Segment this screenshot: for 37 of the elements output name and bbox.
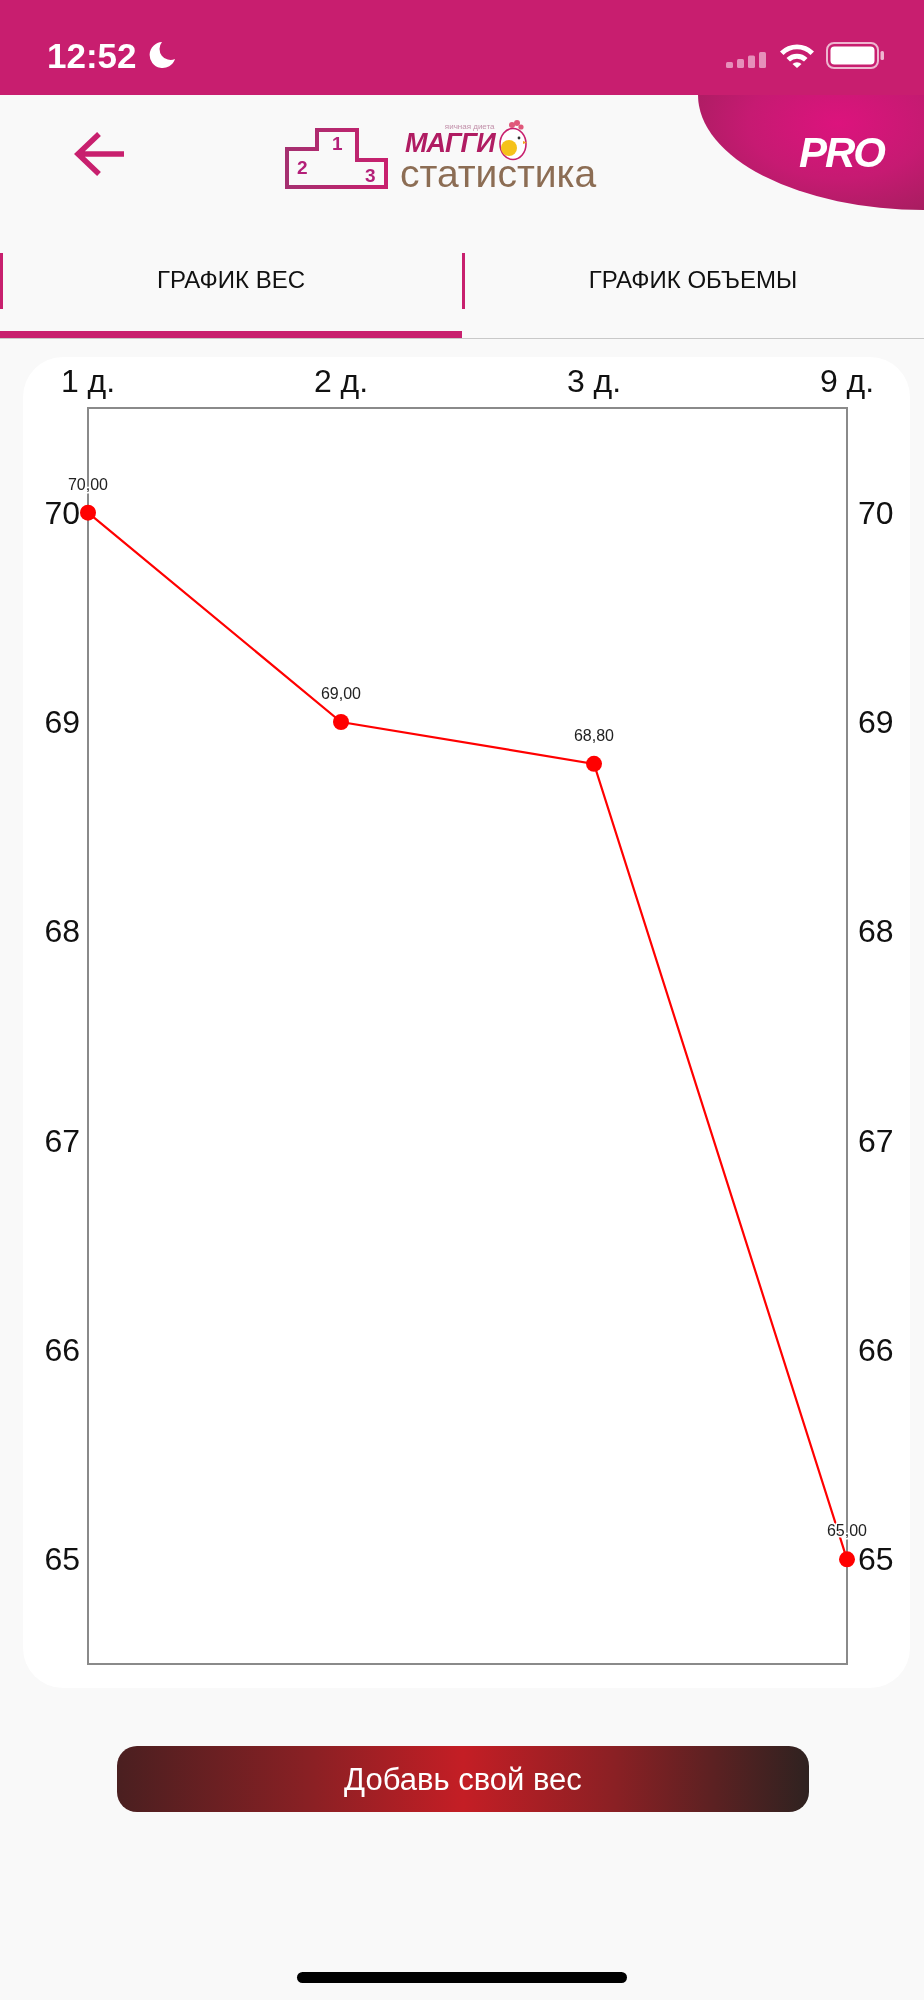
y-axis-label: 65	[858, 1541, 894, 1578]
y-axis-label: 70	[858, 494, 894, 531]
y-axis-label: 70	[44, 494, 80, 531]
data-label: 69,00	[321, 685, 361, 702]
podium-number: 1	[332, 134, 343, 153]
x-axis-label: 9 д.	[819, 363, 875, 399]
data-label: 70,00	[68, 475, 108, 493]
y-axis-label: 66	[44, 1332, 80, 1368]
y-axis-label: 69	[44, 704, 80, 740]
podium-number: 2	[297, 158, 308, 177]
x-axis-label: 2 д.	[313, 363, 369, 399]
arrow-left-icon	[73, 131, 125, 177]
chick-icon	[497, 117, 528, 161]
logo-brand: МАГГИ	[405, 131, 495, 156]
y-axis-label: 69	[858, 704, 894, 740]
y-axis-label: 67	[858, 1122, 894, 1159]
tab[interactable]: ГРАФИК ВЕС	[0, 245, 462, 338]
y-axis-label: 68	[44, 913, 80, 950]
battery-icon	[826, 41, 885, 69]
pro-badge: PRO	[698, 95, 924, 210]
x-axis-label: 1 д.	[60, 363, 116, 399]
moon-icon	[148, 41, 176, 69]
logo-subtitle: статистика	[400, 157, 597, 191]
status-time: 12:52	[47, 37, 137, 73]
x-axis-label: 3 д.	[566, 363, 622, 399]
podium-number: 3	[365, 166, 376, 185]
signal-icon	[726, 52, 768, 68]
add-weight-button[interactable]: Добавь свой вес	[117, 1746, 809, 1812]
wifi-icon	[779, 42, 815, 68]
tab[interactable]: ГРАФИК ОБЪЕМЫ	[462, 245, 924, 338]
y-axis-label: 65	[44, 1541, 80, 1578]
y-axis-label: 68	[858, 913, 894, 950]
data-label: 68,80	[574, 726, 614, 744]
logo-tagline: яичная диета	[444, 122, 495, 131]
back-button[interactable]	[73, 131, 125, 177]
y-axis-label: 66	[858, 1332, 894, 1368]
y-axis-label: 67	[44, 1122, 80, 1159]
